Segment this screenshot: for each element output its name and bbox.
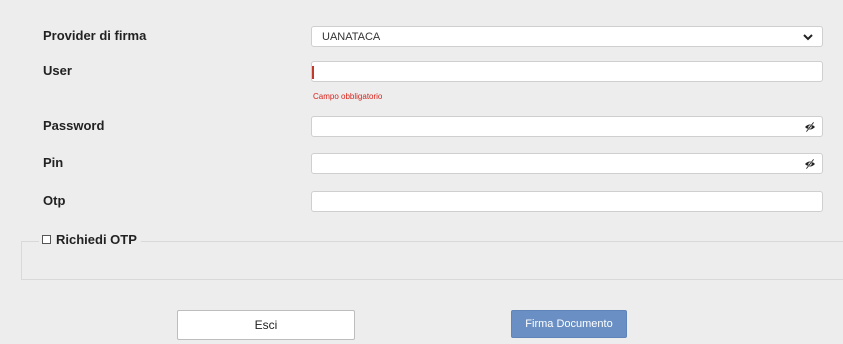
provider-selected-value: UANATACA: [322, 30, 381, 43]
eye-slash-icon[interactable]: [804, 158, 816, 170]
pin-input[interactable]: [311, 153, 823, 174]
provider-select[interactable]: UANATACA: [311, 26, 823, 47]
invalid-indicator: [312, 66, 314, 79]
otp-label: Otp: [43, 193, 66, 208]
eye-slash-icon[interactable]: [804, 121, 816, 133]
pin-label: Pin: [43, 155, 64, 170]
sign-document-form: Provider di firma UANATACA User Campo ob…: [0, 0, 843, 344]
password-label: Password: [43, 118, 105, 133]
user-error-message: Campo obbligatorio: [313, 92, 383, 101]
chevron-down-icon: [803, 33, 813, 40]
firma-documento-button[interactable]: Firma Documento: [511, 310, 627, 338]
password-input[interactable]: [311, 116, 823, 137]
richiedi-otp-fieldset: [21, 241, 843, 280]
richiedi-otp-legend: Richiedi OTP: [39, 232, 141, 247]
richiedi-otp-checkbox[interactable]: [42, 235, 51, 244]
user-input[interactable]: [311, 61, 823, 82]
provider-label: Provider di firma: [43, 28, 147, 43]
richiedi-otp-label: Richiedi OTP: [56, 232, 137, 247]
otp-input[interactable]: [311, 191, 823, 212]
esci-button[interactable]: Esci: [177, 310, 355, 340]
user-label: User: [43, 63, 72, 78]
